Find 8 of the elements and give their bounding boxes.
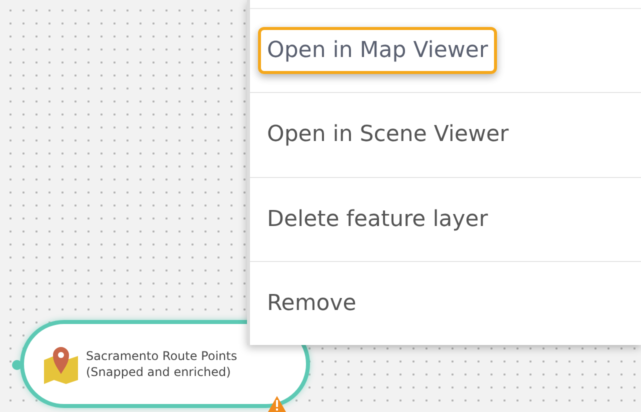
menu-item[interactable]: Open in Map Viewer	[258, 27, 498, 74]
connection-port-icon	[12, 360, 22, 370]
map-pin-icon	[42, 344, 80, 384]
layer-node[interactable]: Sacramento Route Points (Snapped and enriched)	[20, 320, 310, 408]
node-label: (Snapped and enriched)	[86, 364, 232, 380]
menu-item[interactable]: Open in Scene Viewer	[258, 111, 518, 158]
node-label: Sacramento Route Points	[86, 348, 238, 364]
menu-item[interactable]: Delete feature layer	[258, 196, 497, 243]
